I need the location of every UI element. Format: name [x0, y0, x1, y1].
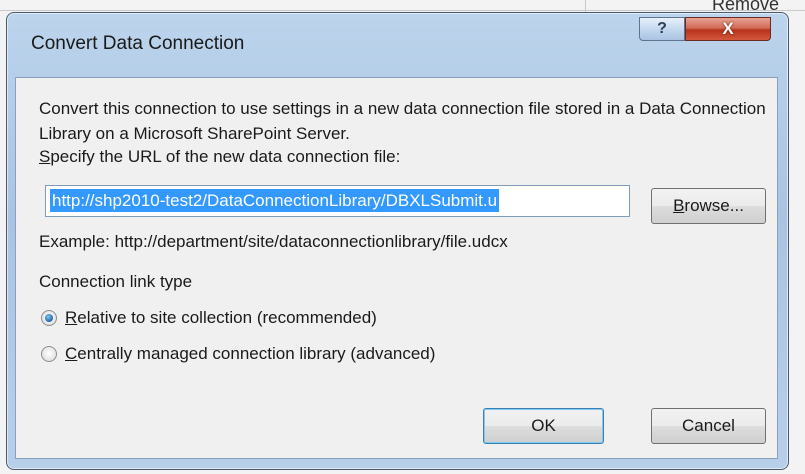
- cancel-button[interactable]: Cancel: [651, 408, 766, 444]
- url-label: Specify the URL of the new data connecti…: [39, 147, 400, 167]
- radio-selected-icon[interactable]: [41, 310, 57, 326]
- ok-button[interactable]: OK: [483, 408, 604, 444]
- option-relative-to-site-collection[interactable]: Relative to site collection (recommended…: [41, 308, 377, 328]
- browse-button-label: Browse...: [673, 196, 744, 215]
- url-label-text: pecify the URL of the new data connectio…: [50, 147, 401, 166]
- url-label-accelerator: S: [39, 147, 51, 166]
- connection-link-type-label: Connection link type: [39, 272, 193, 291]
- url-input[interactable]: http://shp2010-test2/DataConnectionLibra…: [45, 185, 630, 217]
- dialog-description: Convert this connection to use settings …: [39, 99, 766, 143]
- help-button[interactable]: ?: [639, 17, 685, 41]
- option-label: Relative to site collection (recommended…: [65, 308, 377, 327]
- background-divider: [0, 10, 805, 11]
- background-divider: [585, 0, 586, 12]
- dialog-body: Convert this connection to use settings …: [15, 77, 778, 459]
- question-mark-icon: ?: [657, 20, 667, 37]
- convert-data-connection-dialog: Convert Data Connection ? X Convert this…: [6, 12, 789, 470]
- close-icon: X: [722, 19, 734, 38]
- example-text: Example: http://department/site/dataconn…: [39, 232, 508, 251]
- browse-button[interactable]: Browse...: [651, 188, 766, 224]
- option-centrally-managed-library[interactable]: Centrally managed connection library (ad…: [41, 344, 435, 364]
- url-input-value: http://shp2010-test2/DataConnectionLibra…: [50, 189, 500, 212]
- title-bar[interactable]: Convert Data Connection ? X: [7, 13, 788, 77]
- option-label: Centrally managed connection library (ad…: [65, 344, 436, 363]
- radio-unselected-icon[interactable]: [41, 346, 57, 362]
- close-button[interactable]: X: [685, 17, 771, 41]
- dialog-title: Convert Data Connection: [31, 33, 245, 54]
